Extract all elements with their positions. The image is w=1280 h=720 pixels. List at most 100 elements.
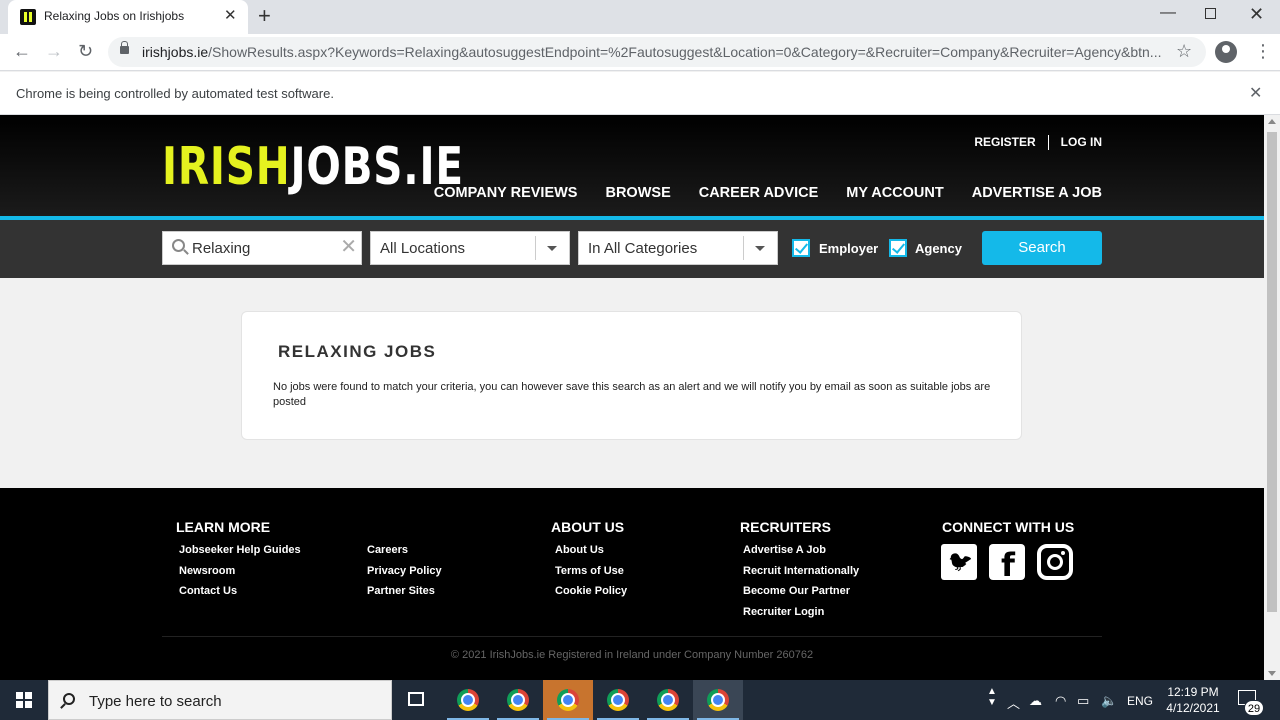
logo-irish: IRISH: [162, 137, 291, 197]
tray-scroll-icon[interactable]: ▲ ▼: [987, 686, 997, 708]
keyword-input[interactable]: Relaxing ✕: [162, 231, 362, 265]
footer-link-contact-us[interactable]: Contact Us: [179, 585, 237, 597]
footer-link-newsroom[interactable]: Newsroom: [179, 565, 235, 577]
site-footer: LEARN MORE Jobseeker Help Guides Newsroo…: [0, 488, 1264, 680]
taskbar-search-box[interactable]: Type here to search: [48, 680, 392, 720]
footer-link-recruit-internationally[interactable]: Recruit Internationally: [743, 565, 859, 577]
nav-advertise-a-job[interactable]: ADVERTISE A JOB: [972, 185, 1102, 201]
url-path: /ShowResults.aspx?Keywords=Relaxing&auto…: [208, 44, 1162, 60]
results-title: RELAXING JOBS: [278, 342, 437, 361]
category-select[interactable]: In All Categories: [578, 231, 778, 265]
main-nav: COMPANY REVIEWS BROWSE CAREER ADVICE MY …: [434, 185, 1102, 201]
bookmark-star-icon[interactable]: ☆: [1176, 41, 1192, 62]
instagram-icon[interactable]: [1037, 544, 1073, 580]
chrome-icon: [607, 689, 629, 711]
site-header: IRISHJOBS.IE REGISTER LOG IN COMPANY REVI…: [0, 115, 1264, 220]
chrome-icon: [707, 689, 729, 711]
page-scrollbar[interactable]: [1264, 115, 1280, 680]
back-button[interactable]: ←: [13, 41, 31, 61]
copyright-text: © 2021 IrishJobs.ie Registered in Irelan…: [450, 649, 814, 661]
close-window-button[interactable]: ✕: [1249, 4, 1264, 25]
footer-link-become-our-partner[interactable]: Become Our Partner: [743, 585, 850, 597]
register-link[interactable]: REGISTER: [974, 135, 1035, 149]
chrome-taskbar-button-active[interactable]: [543, 680, 593, 720]
agency-checkbox[interactable]: [889, 239, 907, 257]
scroll-thumb[interactable]: [1267, 132, 1277, 612]
location-value: All Locations: [380, 240, 466, 257]
employer-checkbox[interactable]: [792, 239, 810, 257]
chrome-taskbar-button[interactable]: [443, 680, 493, 720]
show-hidden-icons-icon[interactable]: ︿: [1007, 693, 1020, 712]
profile-avatar-icon[interactable]: [1215, 41, 1237, 63]
footer-link-recruiter-login[interactable]: Recruiter Login: [743, 606, 824, 618]
browser-tab[interactable]: Relaxing Jobs on Irishjobs ✕: [8, 0, 248, 34]
reload-button[interactable]: ↻: [78, 41, 93, 61]
chevron-down-icon[interactable]: [535, 236, 569, 260]
taskbar-clock[interactable]: 12:19 PM 4/12/2021: [1158, 684, 1228, 716]
restore-window-button[interactable]: [1205, 8, 1216, 19]
footer-link-jobseeker-help-guides[interactable]: Jobseeker Help Guides: [179, 544, 301, 556]
scroll-up-arrow-icon[interactable]: [1268, 119, 1276, 124]
clear-icon[interactable]: ✕: [340, 236, 357, 258]
chrome-taskbar-button[interactable]: [693, 680, 743, 720]
results-card: RELAXING JOBS No jobs were found to matc…: [241, 311, 1022, 440]
irishjobs-logo[interactable]: IRISHJOBS.IE: [162, 139, 464, 195]
language-indicator[interactable]: ENG: [1127, 694, 1153, 708]
url-text[interactable]: irishjobs.ie/ShowResults.aspx?Keywords=R…: [142, 44, 1162, 60]
address-bar[interactable]: irishjobs.ie/ShowResults.aspx?Keywords=R…: [108, 37, 1206, 67]
onedrive-cloud-icon[interactable]: ☁: [1029, 693, 1042, 709]
footer-divider: [162, 636, 1102, 637]
login-link[interactable]: LOG IN: [1061, 135, 1102, 149]
tab-title: Relaxing Jobs on Irishjobs: [44, 9, 185, 23]
chrome-icon: [507, 689, 529, 711]
forward-button[interactable]: →: [45, 41, 63, 61]
no-results-message: No jobs were found to match your criteri…: [273, 381, 991, 408]
category-value: In All Categories: [588, 240, 698, 257]
footer-learn-more-title: LEARN MORE: [176, 519, 271, 535]
chrome-icon: [557, 689, 579, 711]
task-view-icon[interactable]: [408, 692, 424, 706]
footer-link-about-us[interactable]: About Us: [555, 544, 604, 556]
footer-link-terms-of-use[interactable]: Terms of Use: [555, 565, 624, 577]
browser-tabstrip: Relaxing Jobs on Irishjobs ✕ + — ✕: [0, 0, 1280, 34]
nav-browse[interactable]: BROWSE: [605, 185, 670, 201]
location-select[interactable]: All Locations: [370, 231, 570, 265]
auth-divider: [1047, 135, 1049, 151]
footer-link-careers[interactable]: Careers: [367, 544, 408, 556]
search-button[interactable]: Search: [982, 231, 1102, 265]
employer-label[interactable]: Employer: [819, 241, 878, 256]
infobar-text: Chrome is being controlled by automated …: [16, 86, 334, 101]
auth-links: REGISTER LOG IN: [974, 135, 1102, 151]
irishjobs-favicon-icon: [20, 9, 36, 25]
footer-link-advertise-a-job[interactable]: Advertise A Job: [743, 544, 826, 556]
nav-company-reviews[interactable]: COMPANY REVIEWS: [434, 185, 578, 201]
chrome-taskbar-button[interactable]: [643, 680, 693, 720]
footer-link-privacy-policy[interactable]: Privacy Policy: [367, 565, 442, 577]
footer-link-cookie-policy[interactable]: Cookie Policy: [555, 585, 627, 597]
close-tab-icon[interactable]: ✕: [224, 8, 237, 24]
nav-my-account[interactable]: MY ACCOUNT: [846, 185, 943, 201]
volume-icon[interactable]: 🔈: [1101, 693, 1117, 709]
browser-menu-icon[interactable]: ⋮: [1254, 41, 1272, 62]
footer-recruiters-title: RECRUITERS: [740, 519, 832, 535]
chrome-taskbar-button[interactable]: [593, 680, 643, 720]
infobar-close-icon[interactable]: ✕: [1249, 83, 1262, 103]
new-tab-button[interactable]: +: [258, 4, 271, 28]
scroll-down-arrow-icon[interactable]: [1268, 671, 1276, 676]
footer-connect-title: CONNECT WITH US: [942, 519, 1075, 535]
clock-time: 12:19 PM: [1167, 685, 1219, 699]
nav-career-advice[interactable]: CAREER ADVICE: [699, 185, 819, 201]
agency-label[interactable]: Agency: [915, 241, 962, 256]
chrome-icon: [457, 689, 479, 711]
footer-link-partner-sites[interactable]: Partner Sites: [367, 585, 435, 597]
chevron-down-icon[interactable]: [743, 236, 777, 260]
lock-icon[interactable]: [120, 41, 129, 54]
battery-icon[interactable]: ▭: [1077, 693, 1089, 709]
network-icon[interactable]: ◠: [1055, 693, 1066, 709]
twitter-icon[interactable]: [941, 544, 977, 580]
minimize-window-button[interactable]: —: [1160, 4, 1176, 22]
windows-start-icon[interactable]: [16, 692, 32, 708]
facebook-icon[interactable]: [989, 544, 1025, 584]
job-search-bar: Relaxing ✕ All Locations In All Categori…: [0, 220, 1264, 278]
chrome-taskbar-button[interactable]: [493, 680, 543, 720]
